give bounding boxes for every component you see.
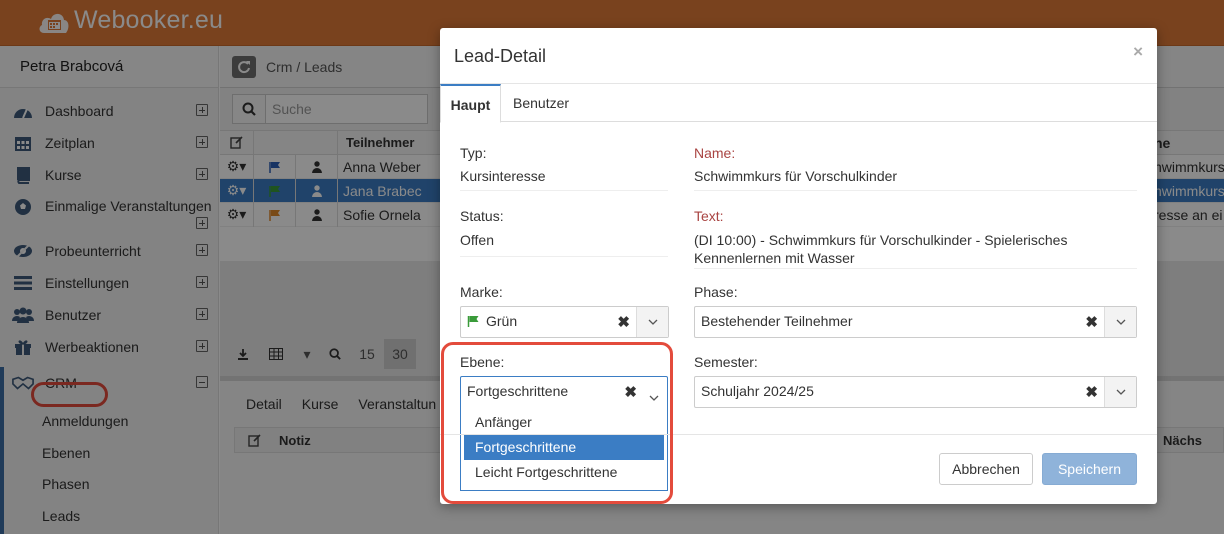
phase-select[interactable]: Bestehender Teilnehmer ✖ <box>694 306 1137 338</box>
phase-value: Bestehender Teilnehmer <box>701 313 853 329</box>
clear-icon[interactable]: ✖ <box>617 313 630 331</box>
status-value: Offen <box>460 232 494 248</box>
divider <box>694 268 1137 269</box>
semester-label: Semester: <box>694 354 758 370</box>
semester-select[interactable]: Schuljahr 2024/25 ✖ <box>694 376 1137 408</box>
flag-icon <box>467 316 479 327</box>
phase-label: Phase: <box>694 284 738 300</box>
name-value: Schwimmkurs für Vorschulkinder <box>694 168 898 184</box>
marke-select[interactable]: Grün ✖ <box>460 306 669 338</box>
divider <box>460 256 668 257</box>
name-label: Name: <box>694 145 736 161</box>
tab-benutzer[interactable]: Benutzer <box>513 84 569 122</box>
semester-value: Schuljahr 2024/25 <box>701 383 814 399</box>
chevron-down-icon[interactable] <box>1104 307 1136 337</box>
tab-haupt[interactable]: Haupt <box>440 84 501 123</box>
marke-value: Grün <box>486 313 518 329</box>
text-value-line2: Kennenlernen mit Wasser <box>694 250 855 266</box>
clear-icon[interactable]: ✖ <box>1085 383 1098 401</box>
modal-header: Lead-Detail × <box>440 28 1157 84</box>
text-label: Text: <box>694 208 724 224</box>
marke-selected: Grün <box>467 313 517 329</box>
ebene-highlight-ring <box>441 342 673 504</box>
chevron-down-icon[interactable] <box>636 307 668 337</box>
chevron-down-icon[interactable] <box>1104 377 1136 407</box>
text-value-line1: (DI 10:00) - Schwimmkurs für Vorschulkin… <box>694 232 1068 248</box>
typ-value: Kursinteresse <box>460 168 546 184</box>
marke-label: Marke: <box>460 284 503 300</box>
close-icon[interactable]: × <box>1133 42 1143 62</box>
cancel-button[interactable]: Abbrechen <box>939 453 1033 485</box>
modal-title: Lead-Detail <box>454 46 547 66</box>
status-label: Status: <box>460 208 504 224</box>
modal-tabs: Haupt Benutzer <box>440 84 1157 123</box>
clear-icon[interactable]: ✖ <box>1085 313 1098 331</box>
typ-label: Typ: <box>460 145 487 161</box>
divider <box>460 190 668 191</box>
divider <box>694 190 1137 191</box>
save-button[interactable]: Speichern <box>1042 453 1137 485</box>
